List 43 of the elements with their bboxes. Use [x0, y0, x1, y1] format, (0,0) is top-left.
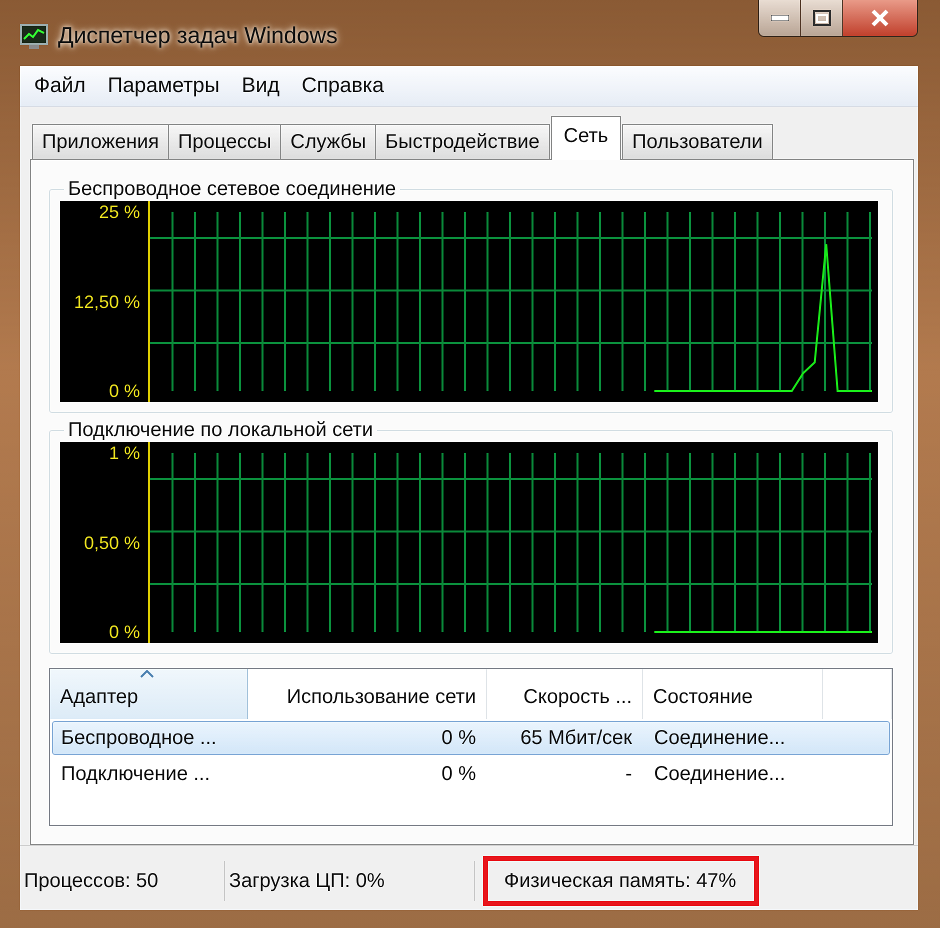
- status-text: Физическая память: 47%: [483, 856, 760, 906]
- tab[interactable]: Процессы: [168, 124, 282, 159]
- graph-title: Подключение по локальной сети: [67, 419, 374, 442]
- table-cell-text: Беспроводное ...: [60, 726, 218, 750]
- table-cell-text: Соединение...: [653, 762, 786, 786]
- tab[interactable]: Быстродействие: [375, 124, 550, 159]
- axis-label: 25 %: [98, 202, 140, 222]
- tab[interactable]: Службы: [280, 124, 376, 159]
- minimize-icon: [770, 15, 788, 21]
- column-header[interactable]: Адаптер: [50, 669, 248, 719]
- monitor-icon: [20, 24, 48, 50]
- tab[interactable]: Приложения: [32, 124, 170, 159]
- table-cell-text: 0 %: [440, 762, 477, 786]
- window-title: Диспетчер задач Windows: [58, 22, 338, 49]
- axis-label: 0 %: [108, 622, 140, 642]
- close-button[interactable]: [843, 0, 917, 36]
- table-cell-text: Подключение ...: [60, 762, 212, 786]
- table-cell-text: 65 Мбит/сек: [519, 726, 633, 750]
- axis-label: 0,50 %: [84, 532, 140, 552]
- tab[interactable]: Пользователи: [622, 124, 773, 159]
- table-cell-text: Соединение...: [653, 726, 786, 750]
- menu-item[interactable]: Вид: [232, 74, 292, 98]
- table-row[interactable]: Беспроводное ... 0 % 65 Мбит/сек Соединение...: [52, 721, 890, 755]
- column-header[interactable]: Состояние: [643, 669, 823, 719]
- menu-item[interactable]: Файл: [24, 74, 98, 98]
- menu-item[interactable]: Справка: [292, 74, 396, 98]
- status-text: Процессов: 50: [20, 861, 225, 901]
- maximize-icon: [812, 10, 830, 26]
- graph-title: Беспроводное сетевое соединение: [67, 178, 398, 201]
- column-header[interactable]: Скорость ...: [487, 669, 643, 719]
- axis-label: 12,50 %: [74, 292, 140, 312]
- axis-label: 0 %: [108, 381, 140, 401]
- table-cell-text: 0 %: [440, 726, 477, 750]
- status-text: Загрузка ЦП: 0%: [225, 861, 475, 901]
- table-row[interactable]: Подключение ... 0 % - Соединение...: [52, 757, 890, 791]
- minimize-button[interactable]: [759, 0, 801, 36]
- menu-item[interactable]: Параметры: [98, 74, 232, 98]
- close-icon: [870, 9, 890, 27]
- axis-label: 1 %: [108, 443, 140, 463]
- table-cell-text: -: [624, 762, 633, 786]
- column-header[interactable]: Использование сети: [248, 669, 487, 719]
- tab[interactable]: Сеть: [550, 116, 622, 160]
- maximize-button[interactable]: [801, 0, 843, 36]
